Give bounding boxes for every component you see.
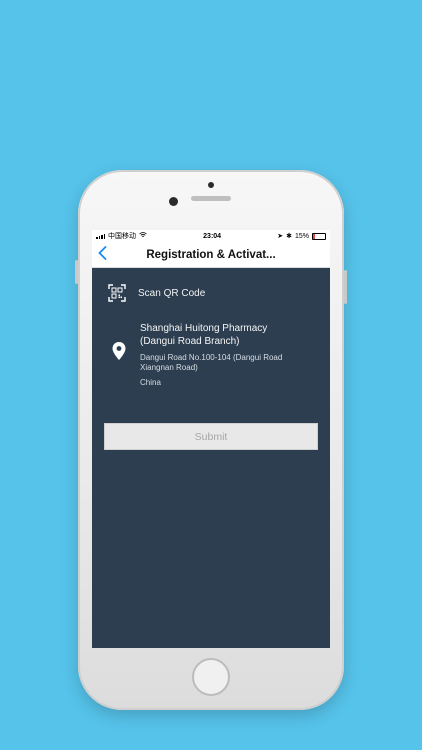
- signal-icon: [96, 233, 105, 239]
- status-left: 中国移动: [96, 231, 147, 241]
- store-name-line2: (Dangui Road Branch): [140, 336, 240, 347]
- battery-icon: [311, 232, 326, 240]
- phone-frame: 中国移动 23:04 ➤ ✱ 15% Registration & Activa…: [75, 170, 347, 710]
- submit-button[interactable]: Submit: [104, 423, 318, 450]
- power-button: [344, 270, 347, 304]
- earpiece: [191, 196, 231, 201]
- status-bar: 中国移动 23:04 ➤ ✱ 15%: [92, 230, 330, 242]
- app-store-stage: 中国移动 23:04 ➤ ✱ 15% Registration & Activa…: [0, 0, 422, 750]
- location-arrow-icon: ➤: [277, 233, 284, 240]
- phone-screen: 中国移动 23:04 ➤ ✱ 15% Registration & Activa…: [92, 230, 330, 648]
- home-button[interactable]: [192, 658, 230, 696]
- scan-qr-row[interactable]: Scan QR Code: [102, 284, 320, 302]
- wifi-icon: [139, 232, 147, 240]
- sensor-dot: [208, 182, 214, 188]
- store-details: Shanghai Huitong Pharmacy (Dangui Road B…: [140, 322, 282, 387]
- carrier-label: 中国移动: [108, 233, 136, 240]
- battery-percent: 15%: [294, 232, 309, 240]
- page-title: Registration & Activat...: [146, 248, 276, 261]
- store-address-line1: Dangui Road No.100-104 (Dangui Road: [140, 353, 283, 362]
- status-time: 23:04: [203, 232, 222, 240]
- volume-button: [75, 260, 78, 284]
- qr-code-icon: [108, 284, 126, 302]
- location-pin-icon: [112, 342, 126, 360]
- status-right: ➤ ✱ 15%: [277, 232, 326, 240]
- chevron-left-icon[interactable]: [98, 246, 107, 263]
- store-info-row: Shanghai Huitong Pharmacy (Dangui Road B…: [102, 322, 320, 387]
- main-content: Scan QR Code Shanghai Huitong Pharmacy (…: [92, 284, 330, 450]
- navigation-bar: Registration & Activat...: [92, 242, 330, 268]
- scan-qr-label: Scan QR Code: [138, 287, 206, 299]
- bluetooth-icon: ✱: [286, 233, 292, 240]
- store-name-line1: Shanghai Huitong Pharmacy: [140, 323, 268, 334]
- store-address-line2: Xiangnan Road): [140, 363, 198, 372]
- front-camera: [169, 197, 178, 206]
- store-country: China: [140, 378, 161, 387]
